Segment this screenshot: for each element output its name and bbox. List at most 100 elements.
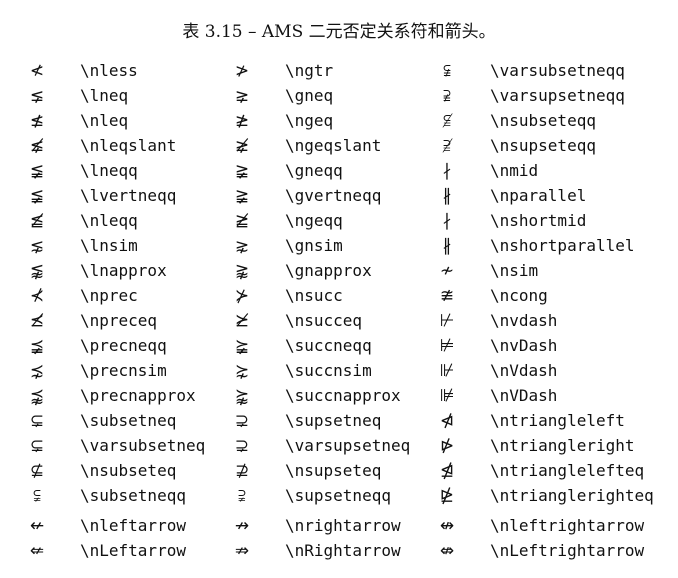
latex-command: \gnsim: [285, 236, 343, 255]
latex-command: \supsetneq: [285, 411, 382, 430]
table-row: ≧̸ \ngeqq: [225, 209, 455, 233]
latex-command: \supsetneqq: [285, 486, 391, 505]
table-row: ≩︀ \gvertneqq: [225, 184, 455, 208]
table-row: ⊬ \nvdash: [430, 309, 660, 333]
relation-symbol: ⪺: [234, 386, 250, 406]
latex-command: \nleqslant: [80, 136, 177, 155]
latex-command: \ngeqq: [285, 211, 343, 230]
table-row: ≨ \lneqq: [20, 159, 250, 183]
relation-symbol: ⫋︀: [443, 61, 451, 81]
latex-command: \nvDash: [490, 336, 558, 355]
relation-symbol: ↛: [234, 516, 250, 536]
relation-symbol: ⋬: [439, 461, 455, 481]
table-row: ⊋︀ \varsupsetneq: [225, 434, 455, 458]
table-row: ∤ \nmid: [430, 159, 660, 183]
relation-symbol: ⊋︀: [234, 436, 250, 456]
relation-symbol: ⋪: [439, 411, 455, 431]
latex-command: \succnapprox: [285, 386, 401, 405]
latex-command: \nRightarrow: [285, 541, 401, 560]
table-row: ≨︀ \lvertneqq: [20, 184, 250, 208]
table-row: ⪵ \precneqq: [20, 334, 250, 358]
latex-command: \ntriangleleft: [490, 411, 625, 430]
relation-symbol: ⪹: [29, 386, 45, 406]
table-row: ⪈̸ \ngeqslant: [225, 134, 455, 158]
latex-command: \ngeq: [285, 111, 334, 130]
table-row: ⊊ \subsetneq: [20, 409, 250, 433]
relation-symbol: ⊊: [29, 411, 45, 431]
relation-symbol: ⪇: [29, 86, 45, 106]
table-row: ≱ \ngeq: [225, 109, 455, 133]
relation-symbol: ⊭: [439, 336, 455, 356]
latex-command: \nsim: [490, 261, 539, 280]
latex-command: \subsetneqq: [80, 486, 186, 505]
latex-command: \lnapprox: [80, 261, 167, 280]
relation-symbol: ⪉: [29, 261, 45, 281]
latex-command: \varsubsetneq: [80, 436, 206, 455]
table-row: ⫅̸ \nsubseteqq: [430, 109, 660, 133]
relation-symbol: ⋨: [29, 361, 45, 381]
relation-symbol: ⋫: [439, 436, 455, 456]
relation-symbol: ⊀: [29, 286, 45, 306]
table-row: ⋪ \ntriangleleft: [430, 409, 660, 433]
latex-command: \lneqq: [80, 161, 138, 180]
table-row: ⊊︀ \varsubsetneq: [20, 434, 250, 458]
latex-command: \lnsim: [80, 236, 138, 255]
relation-symbol: ⋦: [29, 236, 45, 256]
latex-command: \gneqq: [285, 161, 343, 180]
relation-symbol: ≧̸: [234, 211, 250, 231]
relation-symbol: ≇: [439, 286, 455, 306]
relation-symbol: ≨: [29, 161, 45, 181]
relation-symbol: ⊯: [439, 386, 455, 406]
relation-symbol: ≁: [439, 261, 455, 281]
table-row: ⋧ \gnsim: [225, 234, 455, 258]
table-row: ⊀ \nprec: [20, 284, 250, 308]
table-row: ⪇̸ \nleqslant: [20, 134, 250, 158]
relation-symbol: ∦: [442, 236, 452, 256]
relation-symbol: ≩: [234, 161, 250, 181]
table-row: ⫆̸ \nsupseteqq: [430, 134, 660, 158]
relation-symbol: ⫌︀: [443, 86, 451, 106]
table-row: ≩ \gneqq: [225, 159, 455, 183]
latex-command: \succnsim: [285, 361, 372, 380]
table-row: ↛ \nrightarrow: [225, 514, 455, 538]
latex-command: \nsucceq: [285, 311, 363, 330]
relation-symbol: ⋭: [439, 486, 455, 506]
table-row: ⊁ \nsucc: [225, 284, 455, 308]
table-row: ⋭ \ntrianglerighteq: [430, 484, 660, 508]
latex-command: \precnapprox: [80, 386, 196, 405]
table-row: ↚ \nleftarrow: [20, 514, 250, 538]
latex-command: \nVdash: [490, 361, 558, 380]
latex-command: \nVDash: [490, 386, 558, 405]
table-row: ⇏ \nRightarrow: [225, 539, 455, 563]
relation-symbol: ⊉: [234, 461, 250, 481]
latex-command: \nsubseteqq: [490, 111, 596, 130]
table-row: ⪈ \gneq: [225, 84, 455, 108]
relation-symbol: ⪈: [234, 86, 250, 106]
latex-command: \nshortparallel: [490, 236, 635, 255]
relation-symbol: ⊁: [234, 286, 250, 306]
latex-command: \gneq: [285, 86, 334, 105]
latex-command: \varsupsetneqq: [490, 86, 625, 105]
relation-symbol: ≰: [29, 111, 45, 131]
relation-symbol: ⊈: [29, 461, 45, 481]
table-row: ⋨ \precnsim: [20, 359, 250, 383]
relation-symbol: ≩︀: [234, 186, 250, 206]
table-row: ⇎ \nLeftrightarrow: [430, 539, 660, 563]
table-row: ∦ \nshortparallel: [430, 234, 660, 258]
latex-command: \lneq: [80, 86, 129, 105]
table-row: ⇍ \nLeftarrow: [20, 539, 250, 563]
table-row: ∦ \nparallel: [430, 184, 660, 208]
relation-symbol: ⪰̸: [234, 311, 250, 331]
latex-command: \nprec: [80, 286, 138, 305]
latex-command: \nLeftrightarrow: [490, 541, 645, 560]
table-row: ⊯ \nVDash: [430, 384, 660, 408]
latex-command: \ngeqslant: [285, 136, 382, 155]
relation-symbol: ⫆̸: [443, 136, 451, 156]
table-row: ⪇ \lneq: [20, 84, 250, 108]
latex-command: \ngtr: [285, 61, 334, 80]
table-row: ⊮ \nVdash: [430, 359, 660, 383]
table-caption: 表 3.15 – AMS 二元否定关系符和箭头。: [182, 22, 496, 42]
latex-command: \nvdash: [490, 311, 558, 330]
relation-symbol: ⊬: [439, 311, 455, 331]
latex-command: \ncong: [490, 286, 548, 305]
